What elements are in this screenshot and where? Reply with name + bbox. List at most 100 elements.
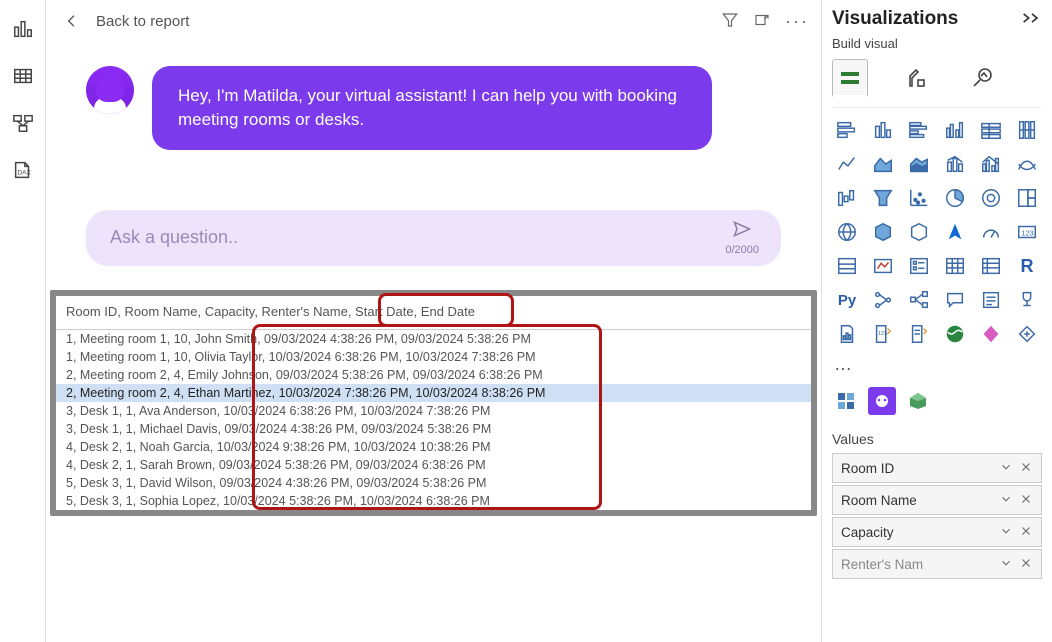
field-well-item[interactable]: Capacity — [832, 517, 1042, 547]
model-icon[interactable] — [12, 112, 34, 137]
report-canvas: Back to report ··· Hey, I'm Matilda, you… — [46, 0, 822, 642]
viz-scatter-icon[interactable] — [904, 184, 934, 212]
dax-icon[interactable]: DAX — [12, 159, 34, 184]
table-visual[interactable]: Room ID, Room Name, Capacity, Renter's N… — [50, 290, 817, 516]
field-label: Capacity — [841, 525, 894, 540]
viz-arcgis-icon[interactable] — [940, 320, 970, 348]
viz-line-stacked-column-icon[interactable] — [940, 150, 970, 178]
field-well-item[interactable]: Renter's Nam — [832, 549, 1042, 579]
build-visual-label: Build visual — [832, 36, 1042, 51]
viz-100-stacked-bar-icon[interactable] — [976, 116, 1006, 144]
report-topbar: Back to report ··· — [46, 0, 821, 42]
viz-azure-map-icon[interactable] — [940, 218, 970, 246]
viz-treemap-icon[interactable] — [1012, 184, 1042, 212]
viz-map-icon[interactable] — [832, 218, 862, 246]
viz-get-more-icon[interactable] — [1012, 320, 1042, 348]
svg-text:123: 123 — [878, 331, 887, 337]
tab-build-visual[interactable] — [832, 59, 868, 97]
viz-kpi-icon[interactable] — [868, 252, 898, 280]
viz-more-ellipsis[interactable]: … — [832, 354, 1042, 381]
chat-input-row: 0/2000 — [86, 210, 781, 266]
viz-donut-icon[interactable] — [976, 184, 1006, 212]
viz-table-icon[interactable] — [940, 252, 970, 280]
viz-multi-row-card-icon[interactable] — [832, 252, 862, 280]
chat-area: Hey, I'm Matilda, your virtual assistant… — [46, 42, 821, 266]
chevron-down-icon[interactable] — [999, 524, 1013, 541]
viz-power-apps-icon[interactable]: 123 — [868, 320, 898, 348]
custom-viz-3[interactable] — [904, 387, 932, 415]
viz-power-automate-icon[interactable] — [904, 320, 934, 348]
chevron-down-icon[interactable] — [999, 556, 1013, 573]
chevron-left-icon — [64, 13, 80, 29]
remove-field-icon[interactable] — [1019, 492, 1033, 509]
filter-icon[interactable] — [721, 11, 739, 32]
viz-slicer-icon[interactable] — [904, 252, 934, 280]
visualizations-pane: Visualizations Build visual — [822, 0, 1052, 642]
remove-field-icon[interactable] — [1019, 524, 1033, 541]
viz-waterfall-icon[interactable] — [832, 184, 862, 212]
tab-analytics[interactable] — [964, 59, 1000, 97]
field-well-item[interactable]: Room Name — [832, 485, 1042, 515]
viz-pie-icon[interactable] — [940, 184, 970, 212]
collapse-pane-icon[interactable] — [1022, 11, 1042, 28]
chevron-down-icon[interactable] — [999, 460, 1013, 477]
viz-smart-narrative-icon[interactable] — [976, 286, 1006, 314]
custom-visuals-row — [832, 381, 1042, 427]
viz-line-chart-icon[interactable] — [832, 150, 862, 178]
viz-paginated-report-icon[interactable] — [832, 320, 862, 348]
visual-header-icons: ··· — [721, 11, 809, 32]
field-label: Room Name — [841, 493, 917, 508]
svg-text:DAX: DAX — [17, 170, 31, 177]
back-to-report-link[interactable]: Back to report — [64, 13, 189, 30]
viz-ribbon-icon[interactable] — [1012, 150, 1042, 178]
remove-field-icon[interactable] — [1019, 556, 1033, 573]
viz-card-icon[interactable]: 123 — [1012, 218, 1042, 246]
viz-shape-map-icon[interactable] — [904, 218, 934, 246]
viz-decomposition-tree-icon[interactable] — [904, 286, 934, 314]
viz-funnel-icon[interactable] — [868, 184, 898, 212]
assistant-avatar — [86, 66, 134, 114]
field-label: Renter's Nam — [841, 557, 923, 572]
char-counter: 0/2000 — [725, 244, 759, 256]
viz-matrix-icon[interactable] — [976, 252, 1006, 280]
pane-title: Visualizations — [832, 8, 958, 30]
viz-stacked-bar-icon[interactable] — [832, 116, 862, 144]
viz-r-visual-icon[interactable]: R — [1012, 252, 1042, 280]
focus-mode-icon[interactable] — [753, 11, 771, 32]
viz-clustered-bar-icon[interactable] — [904, 116, 934, 144]
viz-100-stacked-column-icon[interactable] — [1012, 116, 1042, 144]
field-well-item[interactable]: Room ID — [832, 453, 1042, 483]
back-label: Back to report — [96, 13, 189, 30]
custom-viz-1[interactable] — [832, 387, 860, 415]
annotation-highlight-body — [252, 324, 602, 510]
viz-line-clustered-column-icon[interactable] — [976, 150, 1006, 178]
field-label: Room ID — [841, 461, 894, 476]
viz-stacked-column-icon[interactable] — [868, 116, 898, 144]
chat-input[interactable] — [108, 226, 725, 249]
chevron-down-icon[interactable] — [999, 492, 1013, 509]
tab-format-visual[interactable] — [898, 59, 934, 97]
send-icon[interactable] — [732, 219, 752, 242]
viz-qna-icon[interactable] — [940, 286, 970, 314]
left-nav-rail: DAX — [0, 0, 46, 642]
annotation-highlight-header — [378, 293, 514, 327]
viz-key-influencers-icon[interactable] — [868, 286, 898, 314]
viz-python-icon[interactable]: Py — [832, 286, 862, 314]
bar-chart-icon[interactable] — [12, 18, 34, 43]
build-tabs — [832, 55, 1042, 108]
viz-clustered-column-icon[interactable] — [940, 116, 970, 144]
svg-text:123: 123 — [1022, 229, 1034, 238]
viz-filled-map-icon[interactable] — [868, 218, 898, 246]
more-options-icon[interactable]: ··· — [785, 11, 809, 32]
viz-stacked-area-icon[interactable] — [904, 150, 934, 178]
field-wells: Room ID Room Name Capacity Renter's Nam — [832, 453, 1042, 579]
viz-esri-icon[interactable] — [976, 320, 1006, 348]
remove-field-icon[interactable] — [1019, 460, 1033, 477]
custom-viz-2-active[interactable] — [868, 387, 896, 415]
viz-area-chart-icon[interactable] — [868, 150, 898, 178]
viz-gauge-icon[interactable] — [976, 218, 1006, 246]
table-icon[interactable] — [12, 65, 34, 90]
viz-goals-icon[interactable] — [1012, 286, 1042, 314]
visual-type-grid: 123 R Py 123 — [832, 116, 1042, 348]
values-label: Values — [832, 431, 1042, 447]
